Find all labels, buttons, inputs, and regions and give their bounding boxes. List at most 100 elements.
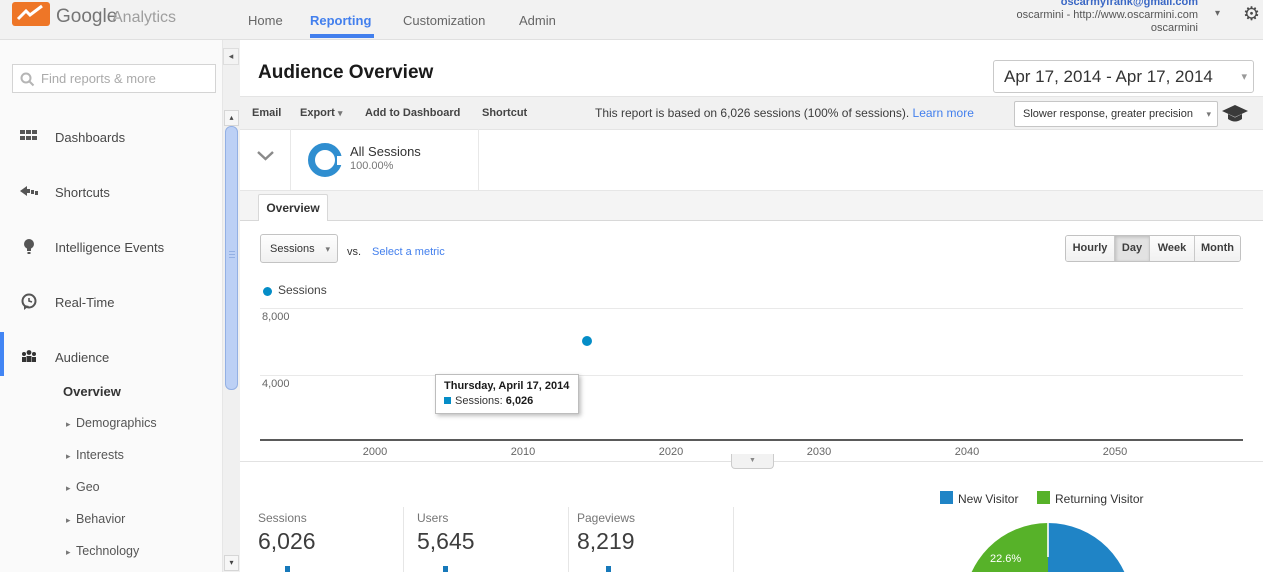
- sidebar-sub-demographics[interactable]: ▸ Demographics: [0, 414, 222, 438]
- sub-item-label: Geo: [76, 480, 100, 494]
- tooltip-date: Thursday, April 17, 2014: [444, 380, 570, 392]
- caret-left-icon: ◂: [228, 51, 234, 61]
- tooltip-metric-row: Sessions: 6,026: [444, 395, 570, 407]
- x-tick: 2030: [806, 446, 832, 458]
- sidebar: Dashboards Shortcuts Intelligence Events…: [0, 40, 222, 572]
- caret-right-icon: ▸: [66, 451, 71, 461]
- sidebar-item-audience[interactable]: Audience: [0, 343, 222, 373]
- chart-tooltip: Thursday, April 17, 2014 Sessions: 6,026: [435, 374, 579, 414]
- nav-admin[interactable]: Admin: [519, 13, 556, 28]
- stat-sessions-value: 6,026: [258, 528, 316, 554]
- stat-separator: [733, 507, 734, 572]
- sessions-sparkline: [285, 566, 290, 572]
- timeline-collapse-handle[interactable]: ▼: [731, 454, 774, 469]
- series-swatch-icon: [444, 397, 451, 404]
- export-label: Export: [300, 107, 335, 119]
- granularity-day-button[interactable]: Day: [1114, 236, 1149, 261]
- stat-sessions-label[interactable]: Sessions: [258, 511, 307, 525]
- x-tick: 2020: [658, 446, 684, 458]
- tooltip-metric-label: Sessions:: [455, 395, 503, 407]
- sub-item-label: Demographics: [76, 416, 157, 430]
- select-a-metric-link[interactable]: Select a metric: [372, 246, 445, 258]
- x-tick: 2040: [954, 446, 980, 458]
- sub-item-label: Behavior: [76, 512, 126, 526]
- scrollbar-grip: [229, 251, 235, 259]
- sidebar-sub-overview[interactable]: Overview: [0, 382, 222, 406]
- nav-customization[interactable]: Customization: [403, 13, 485, 28]
- sidebar-sub-technology[interactable]: ▸ Technology: [0, 542, 222, 566]
- new-visitor-swatch-icon: [940, 491, 953, 504]
- stat-users-label[interactable]: Users: [417, 511, 448, 525]
- sidebar-sub-behavior[interactable]: ▸ Behavior: [0, 510, 222, 534]
- sessions-data-point[interactable]: [582, 336, 592, 346]
- granularity-button-group: Hourly Day Week Month: [1065, 235, 1241, 262]
- granularity-month-button[interactable]: Month: [1194, 236, 1240, 261]
- nav-reporting[interactable]: Reporting: [310, 13, 371, 28]
- sidebar-item-real-time[interactable]: Real-Time: [0, 288, 222, 318]
- sub-item-label: Technology: [76, 544, 140, 558]
- gear-icon[interactable]: ⚙: [1243, 3, 1260, 26]
- caret-down-icon: ▾: [229, 558, 234, 567]
- pie-slice-seam: [1047, 523, 1049, 557]
- email-button[interactable]: Email: [252, 107, 281, 119]
- scrollbar-up-button[interactable]: ▴: [224, 110, 239, 126]
- date-range-selector[interactable]: Apr 17, 2014 - Apr 17, 2014 ▾: [993, 60, 1254, 93]
- y-tick: 8,000: [262, 311, 290, 323]
- granularity-hourly-button[interactable]: Hourly: [1066, 236, 1114, 261]
- precision-dropdown[interactable]: Slower response, greater precision ▾: [1014, 101, 1218, 127]
- report-search-box[interactable]: [12, 64, 216, 93]
- brand-analytics: Analytics: [112, 9, 177, 26]
- segment-expand-chevron-icon[interactable]: [256, 150, 275, 162]
- sidebar-item-dashboards[interactable]: Dashboards: [0, 123, 222, 153]
- collapse-caret-icon: ▼: [749, 457, 756, 464]
- analytics-logo-icon[interactable]: [12, 2, 50, 26]
- caret-right-icon: ▸: [66, 515, 71, 525]
- stat-separator: [403, 507, 404, 572]
- tab-overview[interactable]: Overview: [258, 194, 328, 221]
- sidebar-collapse-button[interactable]: ◂: [223, 48, 239, 65]
- learn-more-link[interactable]: Learn more: [913, 106, 974, 120]
- x-tick: 2000: [362, 446, 388, 458]
- granularity-week-button[interactable]: Week: [1149, 236, 1194, 261]
- segment-name[interactable]: All Sessions: [350, 144, 421, 159]
- sidebar-item-shortcuts[interactable]: Shortcuts: [0, 178, 222, 208]
- x-axis-line: [260, 439, 1243, 441]
- gridline-4000: [260, 375, 1243, 376]
- report-basis-text: This report is based on 6,026 sessions (…: [595, 106, 974, 120]
- caret-down-icon: ▾: [325, 244, 330, 254]
- vs-label: vs.: [347, 246, 362, 258]
- shortcut-button[interactable]: Shortcut: [482, 107, 527, 119]
- scrollbar-down-button[interactable]: ▾: [224, 555, 239, 571]
- nav-home[interactable]: Home: [248, 13, 283, 28]
- sidebar-sub-interests[interactable]: ▸ Interests: [0, 446, 222, 470]
- stat-pageviews-value: 8,219: [577, 528, 635, 554]
- account-property[interactable]: oscarmini - http://www.oscarmini.com: [1016, 9, 1198, 21]
- account-email[interactable]: oscarmyfrank@gmail.com: [1061, 0, 1198, 8]
- caret-down-icon: ▾: [1241, 71, 1247, 83]
- caret-down-icon: ▾: [337, 108, 343, 118]
- brand-google: Google: [56, 6, 118, 27]
- page-title: Audience Overview: [258, 62, 434, 83]
- add-to-dashboard-button[interactable]: Add to Dashboard: [365, 107, 460, 119]
- metric-select-dropdown[interactable]: Sessions ▾: [260, 234, 338, 263]
- scrollbar-thumb[interactable]: [225, 126, 238, 390]
- x-tick: 2010: [510, 446, 536, 458]
- sidebar-item-intelligence-events[interactable]: Intelligence Events: [0, 233, 222, 263]
- segment-percent: 100.00%: [350, 160, 394, 172]
- x-tick: 2050: [1102, 446, 1128, 458]
- stat-separator: [568, 507, 569, 572]
- stat-pageviews-label[interactable]: Pageviews: [577, 511, 635, 525]
- account-caret-icon[interactable]: ▾: [1215, 8, 1220, 19]
- caret-right-icon: ▸: [66, 483, 71, 493]
- search-input[interactable]: [41, 66, 211, 91]
- grid-icon: [20, 130, 37, 140]
- graduation-cap-icon[interactable]: [1222, 103, 1248, 125]
- sidebar-sub-geo[interactable]: ▸ Geo: [0, 478, 222, 502]
- segment-donut-notch: [337, 156, 343, 165]
- export-button[interactable]: Export ▾: [300, 107, 342, 119]
- caret-right-icon: ▸: [66, 419, 71, 429]
- tab-strip: [240, 191, 1263, 221]
- active-tab-underline: [310, 34, 374, 38]
- sidebar-item-label: Audience: [55, 350, 110, 365]
- returning-visitor-swatch-icon: [1037, 491, 1050, 504]
